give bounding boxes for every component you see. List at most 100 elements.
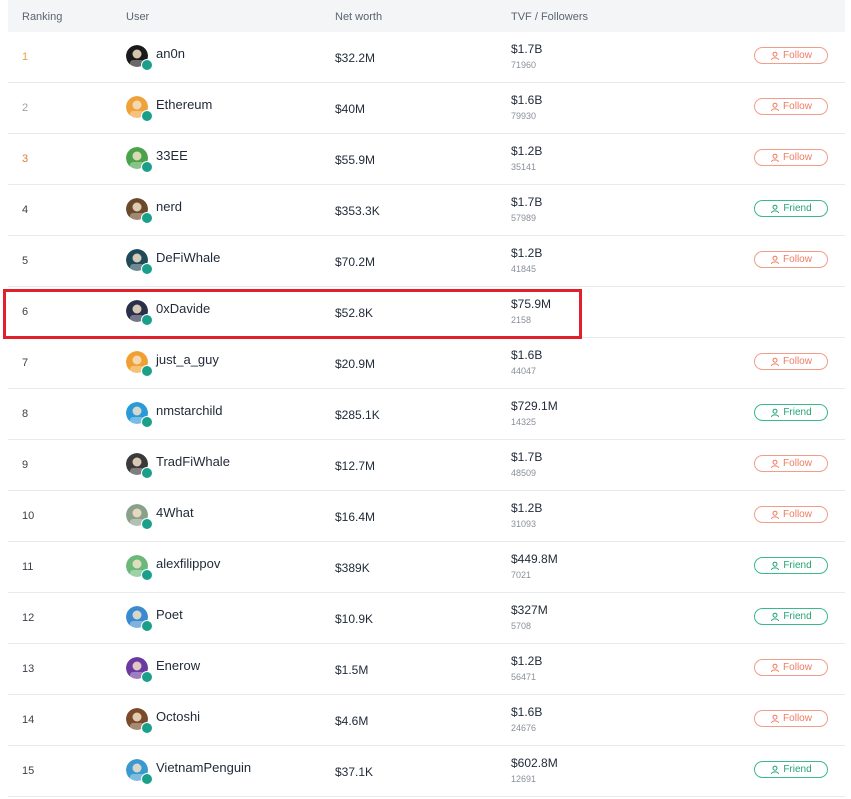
friend-button[interactable]: Friend [754, 557, 828, 574]
tvf-value: $1.7B [511, 195, 543, 209]
username-link[interactable]: 4What [156, 505, 194, 520]
table-row[interactable]: 1 an0n $32.2M $1.7B 71960 Follow [8, 32, 845, 83]
badge-icon [141, 416, 153, 428]
rank-number: 7 [22, 357, 29, 369]
follow-button[interactable]: Follow [754, 659, 828, 676]
friend-button[interactable]: Friend [754, 200, 828, 217]
follow-button[interactable]: Follow [754, 251, 828, 268]
followers-count: 44047 [511, 366, 537, 376]
username-link[interactable]: Ethereum [156, 97, 212, 112]
table-row[interactable]: 2 Ethereum $40M $1.6B 79930 Follow [8, 83, 845, 134]
username-link[interactable]: nerd [156, 199, 182, 214]
table-header: Ranking User Net worth TVF / Followers [8, 0, 845, 32]
badge-icon [141, 518, 153, 530]
person-icon [770, 459, 780, 469]
table-row[interactable]: 13 Enerow $1.5M $1.2B 56471 Follow [8, 644, 845, 695]
username-link[interactable]: DeFiWhale [156, 250, 220, 265]
action-label: Friend [783, 407, 812, 418]
table-row[interactable]: 8 nmstarchild $285.1K $729.1M 14325 Friend [8, 389, 845, 440]
friend-button[interactable]: Friend [754, 404, 828, 421]
follow-button[interactable]: Follow [754, 710, 828, 727]
table-row[interactable]: 9 TradFiWhale $12.7M $1.7B 48509 Follow [8, 440, 845, 491]
friend-button[interactable]: Friend [754, 608, 828, 625]
badge-icon [141, 467, 153, 479]
rank-number: 15 [22, 765, 35, 777]
tvf-value: $1.6B [511, 705, 543, 719]
username-link[interactable]: Octoshi [156, 709, 200, 724]
table-row[interactable]: 7 just_a_guy $20.9M $1.6B 44047 Follow [8, 338, 845, 389]
person-icon [770, 510, 780, 520]
follow-button[interactable]: Follow [754, 149, 828, 166]
username-link[interactable]: nmstarchild [156, 403, 222, 418]
username-link[interactable]: an0n [156, 46, 185, 61]
action-label: Friend [783, 203, 812, 214]
table-row[interactable]: 11 alexfilippov $389K $449.8M 7021 Friend [8, 542, 845, 593]
rank-number: 3 [22, 153, 29, 165]
tvf-value: $327M [511, 603, 548, 617]
action-label: Follow [783, 713, 812, 724]
username-link[interactable]: TradFiWhale [156, 454, 230, 469]
badge-icon [141, 314, 153, 326]
action-label: Follow [783, 356, 812, 367]
followers-count: 79930 [511, 111, 537, 121]
action-label: Friend [783, 560, 812, 571]
followers-count: 71960 [511, 60, 537, 70]
net-worth-value: $37.1K [335, 765, 374, 779]
tvf-value: $729.1M [511, 399, 558, 413]
header-tvf-followers: TVF / Followers [511, 11, 589, 23]
badge-icon [141, 722, 153, 734]
follow-button[interactable]: Follow [754, 353, 828, 370]
tvf-value: $1.6B [511, 93, 543, 107]
person-icon [770, 765, 780, 775]
action-label: Follow [783, 101, 812, 112]
followers-count: 2158 [511, 315, 532, 325]
rank-number: 14 [22, 714, 35, 726]
person-icon [770, 102, 780, 112]
table-row[interactable]: 3 33EE $55.9M $1.2B 35141 Follow [8, 134, 845, 185]
username-link[interactable]: Enerow [156, 658, 200, 673]
username-link[interactable]: VietnamPenguin [156, 760, 251, 775]
rank-number: 10 [22, 510, 35, 522]
table-row[interactable]: 12 Poet $10.9K $327M 5708 Friend [8, 593, 845, 644]
table-row[interactable]: 5 DeFiWhale $70.2M $1.2B 41845 Follow [8, 236, 845, 287]
header-net-worth: Net worth [335, 11, 383, 23]
table-row[interactable]: 4 nerd $353.3K $1.7B 57989 Friend [8, 185, 845, 236]
net-worth-value: $20.9M [335, 357, 376, 371]
follow-button[interactable]: Follow [754, 98, 828, 115]
tvf-value: $1.2B [511, 144, 543, 158]
table-row[interactable]: 6 0xDavide $52.8K $75.9M 2158 [8, 287, 845, 338]
follow-button[interactable]: Follow [754, 47, 828, 64]
badge-icon [141, 569, 153, 581]
table-row[interactable]: 14 Octoshi $4.6M $1.6B 24676 Follow [8, 695, 845, 746]
net-worth-value: $10.9K [335, 612, 374, 626]
friend-button[interactable]: Friend [754, 761, 828, 778]
action-label: Friend [783, 611, 812, 622]
header-ranking: Ranking [22, 11, 63, 23]
person-icon [770, 51, 780, 61]
header-user: User [126, 11, 150, 23]
badge-icon [141, 161, 153, 173]
rank-number: 5 [22, 255, 29, 267]
followers-count: 24676 [511, 723, 537, 733]
table-row[interactable]: 15 VietnamPenguin $37.1K $602.8M 12691 Friend [8, 746, 845, 797]
table-row[interactable]: 10 4What $16.4M $1.2B 31093 Follow [8, 491, 845, 542]
rank-number: 6 [22, 306, 29, 318]
follow-button[interactable]: Follow [754, 455, 828, 472]
follow-button[interactable]: Follow [754, 506, 828, 523]
rank-number: 11 [22, 561, 34, 573]
username-link[interactable]: just_a_guy [156, 352, 219, 367]
action-label: Follow [783, 50, 812, 61]
tvf-value: $602.8M [511, 756, 558, 770]
username-link[interactable]: 0xDavide [156, 301, 210, 316]
username-link[interactable]: 33EE [156, 148, 188, 163]
net-worth-value: $40M [335, 102, 366, 116]
action-label: Follow [783, 254, 812, 265]
person-icon [770, 561, 780, 571]
rank-number: 8 [22, 408, 29, 420]
username-link[interactable]: alexfilippov [156, 556, 220, 571]
badge-icon [141, 212, 153, 224]
action-label: Follow [783, 662, 812, 673]
rank-number: 9 [22, 459, 29, 471]
net-worth-value: $52.8K [335, 306, 374, 320]
username-link[interactable]: Poet [156, 607, 183, 622]
